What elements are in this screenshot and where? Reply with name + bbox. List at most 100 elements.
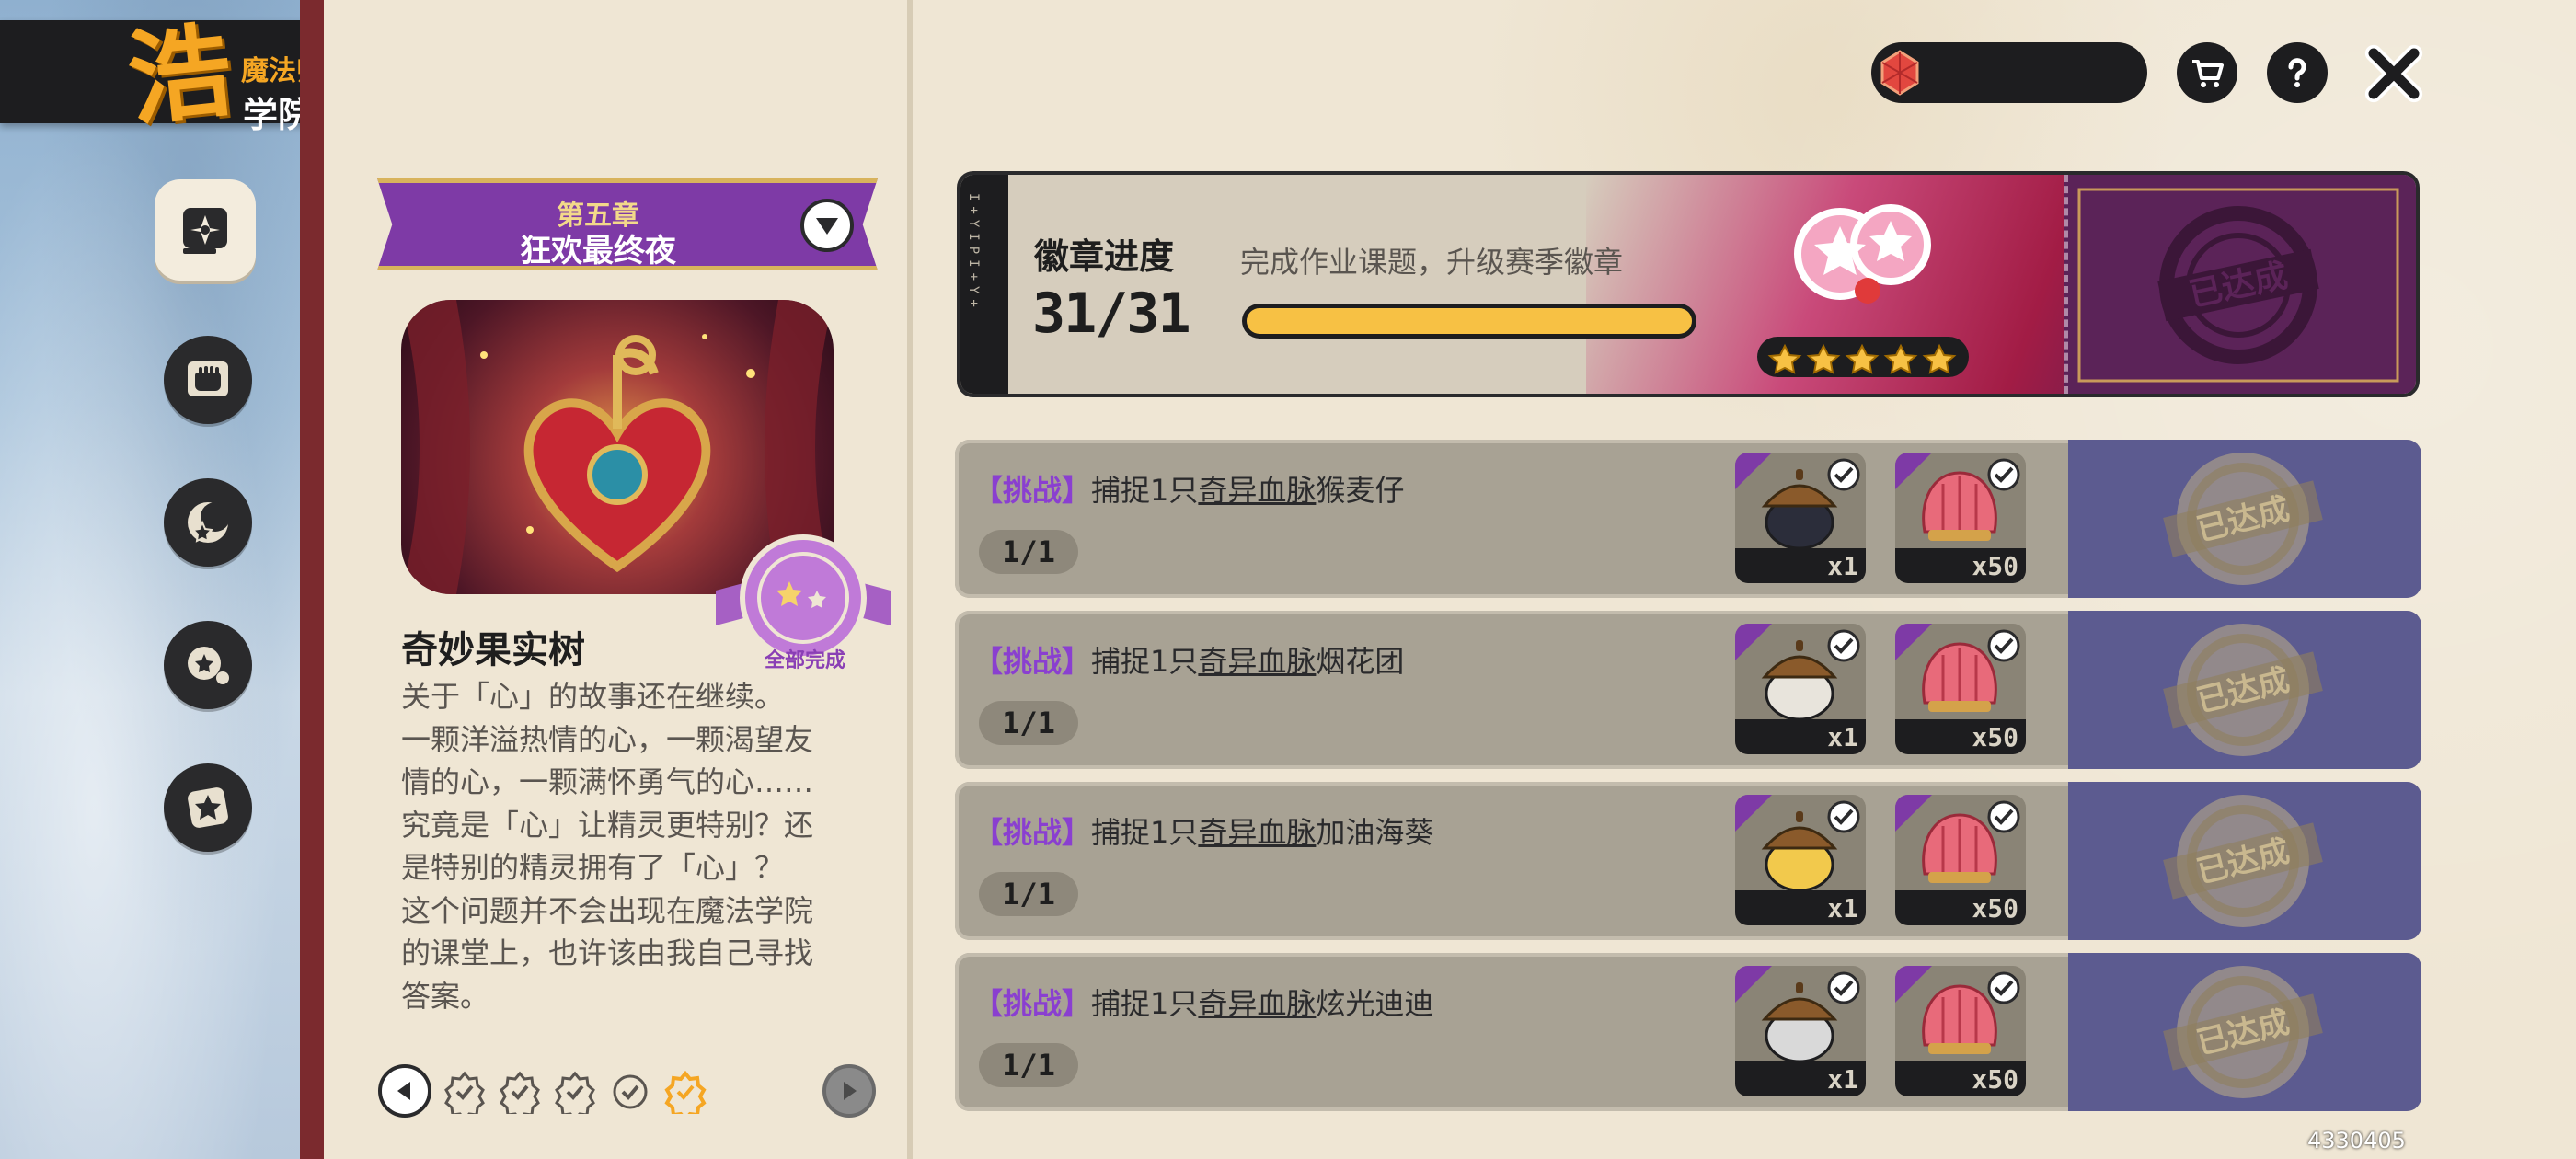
task-progress: 1/1 xyxy=(979,872,1078,916)
task-progress: 1/1 xyxy=(979,530,1078,574)
logo-emblem: 浩 xyxy=(121,10,238,142)
badge-check-icon xyxy=(664,1070,707,1114)
reward-quantity: x1 xyxy=(1827,722,1858,752)
story-line: 一颗洋溢热情的心，一颗渴望友 xyxy=(401,721,814,757)
achieved-stamp-icon: 已达成 xyxy=(2077,188,2399,383)
achieved-stamp-icon: 已达成 xyxy=(2163,624,2323,756)
story-line: 情的心，一颗满怀勇气的心…… xyxy=(401,764,814,799)
task-label: 【挑战】捕捉1只奇异血脉烟花团 xyxy=(973,638,1404,681)
achieved-stamp-icon: 已达成 xyxy=(2163,966,2323,1098)
nav-item-homework[interactable] xyxy=(155,179,256,281)
reward-item[interactable]: x50 xyxy=(1895,966,2026,1096)
pager-dot-completed[interactable] xyxy=(605,1067,655,1117)
story-line: 这个问题并不会出现在魔法学院 xyxy=(401,892,814,928)
pager-dots xyxy=(440,1067,710,1117)
task-tag: 【挑战】 xyxy=(973,986,1092,1021)
question-icon xyxy=(2288,58,2306,87)
fist-icon xyxy=(188,361,228,396)
star-orb-icon xyxy=(188,647,229,684)
task-row[interactable]: 【挑战】捕捉1只奇异血脉炫光迪迪 1/1 x1 x50 已达成 xyxy=(955,953,2421,1111)
reward-quantity: x1 xyxy=(1827,1064,1858,1095)
task-progress: 1/1 xyxy=(979,1043,1078,1087)
check-circle-icon xyxy=(1987,971,2020,1004)
chevron-down-icon xyxy=(816,218,838,235)
task-label: 【挑战】捕捉1只奇异血脉加油海葵 xyxy=(973,809,1433,852)
moon-star-icon xyxy=(188,502,230,543)
reward-item[interactable]: x50 xyxy=(1895,624,2026,754)
season-badge-icon[interactable] xyxy=(1739,180,1987,392)
check-circle-icon xyxy=(1827,458,1860,491)
task-progress: 1/1 xyxy=(979,701,1078,745)
pager-dot-completed[interactable] xyxy=(550,1067,600,1117)
story-line: 的课堂上，也许该由我自己寻找 xyxy=(401,935,814,970)
badge-progress-count: 31/31 xyxy=(1032,281,1191,346)
book-compass-icon xyxy=(183,208,227,254)
reward-quantity: x1 xyxy=(1827,893,1858,924)
task-tag: 【挑战】 xyxy=(973,473,1092,508)
next-page-button[interactable] xyxy=(822,1064,876,1118)
reward-item[interactable]: x50 xyxy=(1895,453,2026,583)
task-tag: 【挑战】 xyxy=(973,815,1092,850)
prev-page-button[interactable] xyxy=(378,1064,431,1118)
reward-item[interactable]: x1 xyxy=(1735,966,1866,1096)
achieved-stamp-icon: 已达成 xyxy=(2163,795,2323,927)
red-gem-icon xyxy=(1880,50,1919,96)
badge-progress-bar xyxy=(1242,304,1696,339)
badge-description: 完成作业课题，升级赛季徽章 xyxy=(1240,245,1624,280)
reward-item[interactable]: x1 xyxy=(1735,453,1866,583)
badge-check-icon xyxy=(500,1071,540,1114)
shop-button[interactable] xyxy=(2177,42,2237,103)
story-line: 究竟是「心」让精灵更特别？还 xyxy=(401,807,814,843)
task-row[interactable]: 【挑战】捕捉1只奇异血脉猴麦仔 1/1 x1 x50 已达成 xyxy=(955,440,2421,598)
nav-item-moon-star[interactable] xyxy=(164,478,252,567)
chapter-dropdown-button[interactable] xyxy=(800,199,854,252)
reward-quantity: x50 xyxy=(1972,722,2018,752)
story-body: 关于「心」的故事还在继续。 一颗洋溢热情的心，一颗渴望友 情的心，一颗满怀勇气的… xyxy=(401,675,843,1017)
check-circle-icon xyxy=(1827,800,1860,833)
check-circle-icon xyxy=(1827,629,1860,662)
reward-item[interactable]: x1 xyxy=(1735,795,1866,925)
task-tag: 【挑战】 xyxy=(973,644,1092,679)
pager-dot-completed[interactable] xyxy=(495,1067,545,1117)
pager-dot-current[interactable] xyxy=(661,1067,710,1117)
check-circle-icon xyxy=(1987,629,2020,662)
reward-item[interactable]: x1 xyxy=(1735,624,1866,754)
reward-item[interactable]: x50 xyxy=(1895,795,2026,925)
nav-item-star-card[interactable] xyxy=(164,763,252,852)
check-circle-icon xyxy=(1987,800,2020,833)
version-tag: 4330405 xyxy=(2307,1128,2406,1153)
reward-quantity: x1 xyxy=(1827,551,1858,581)
help-button[interactable] xyxy=(2267,42,2328,103)
reward-quantity: x50 xyxy=(1972,893,2018,924)
task-name: 捕捉1只奇异血脉猴麦仔 xyxy=(1091,473,1405,508)
badge-side-strip: I+YIPI+Y+ xyxy=(960,175,1008,394)
background-scenery xyxy=(0,0,313,1159)
pager-dot-completed[interactable] xyxy=(440,1067,489,1117)
badge-check-icon xyxy=(444,1071,485,1114)
task-row[interactable]: 【挑战】捕捉1只奇异血脉烟花团 1/1 x1 x50 已达成 xyxy=(955,611,2421,769)
reward-quantity: x50 xyxy=(1972,1064,2018,1095)
arrow-left-icon xyxy=(397,1082,410,1100)
check-circle-icon xyxy=(1827,971,1860,1004)
circle-check-icon xyxy=(613,1074,648,1109)
badge-check-icon xyxy=(555,1071,595,1114)
task-label: 【挑战】捕捉1只奇异血脉猴麦仔 xyxy=(973,467,1404,510)
nav-item-fist[interactable] xyxy=(164,336,252,424)
story-line: 答案。 xyxy=(401,978,490,1014)
task-label: 【挑战】捕捉1只奇异血脉炫光迪迪 xyxy=(973,981,1433,1023)
close-icon xyxy=(2364,44,2423,103)
task-row[interactable]: 【挑战】捕捉1只奇异血脉加油海葵 1/1 x1 x50 已达成 xyxy=(955,782,2421,940)
star-card-icon xyxy=(188,787,228,828)
story-line: 关于「心」的故事还在继续。 xyxy=(401,679,785,714)
story-title: 奇妙果实树 xyxy=(401,629,585,671)
task-name: 捕捉1只奇异血脉烟花团 xyxy=(1091,644,1405,679)
task-name: 捕捉1只奇异血脉炫光迪迪 xyxy=(1091,986,1434,1021)
badge-progress-fill xyxy=(1247,308,1692,334)
nav-item-star-orb[interactable] xyxy=(164,621,252,709)
story-line: 是特别的精灵拥有了「心」？ xyxy=(401,850,785,885)
task-name: 捕捉1只奇异血脉加油海葵 xyxy=(1091,815,1434,850)
complete-seal-label: 全部完成 xyxy=(764,649,845,672)
reward-quantity: x50 xyxy=(1972,551,2018,581)
close-button[interactable] xyxy=(2361,40,2427,107)
check-circle-icon xyxy=(1987,458,2020,491)
